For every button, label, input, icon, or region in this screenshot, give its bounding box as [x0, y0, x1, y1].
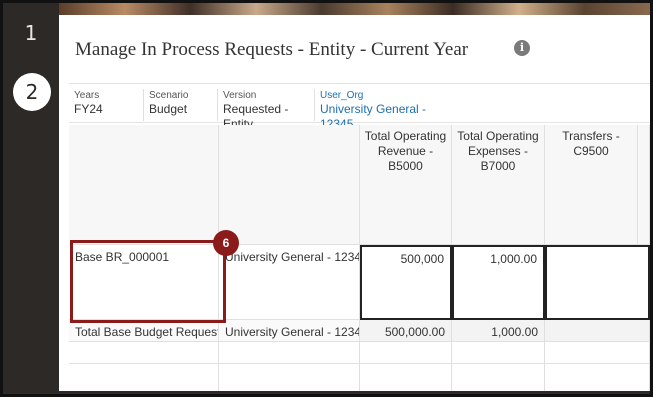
empty-cell — [69, 342, 219, 364]
empty-cell — [360, 342, 452, 364]
column-header-revenue[interactable]: Total Operating Revenue - B5000 — [360, 125, 452, 245]
pov-version-label: Version — [223, 90, 257, 101]
empty-cell — [69, 364, 219, 391]
pov-scenario-label: Scenario — [149, 90, 189, 101]
pov-version[interactable]: Version Requested - Entity — [217, 89, 315, 131]
total-transfers-cell — [545, 320, 650, 342]
column-header-transfers[interactable]: Transfers - C9500 — [545, 125, 638, 245]
pov-scenario-value: Budget — [149, 102, 188, 116]
empty-cell — [545, 364, 650, 391]
main-panel: Manage In Process Requests - Entity - Cu… — [59, 15, 650, 391]
total-expenses-cell: 1,000.00 — [452, 320, 545, 342]
pov-years[interactable]: Years FY24 — [69, 89, 142, 121]
revenue-cell[interactable]: 500,000 — [360, 245, 452, 320]
total-row-org: University General - 12345 — [219, 320, 360, 342]
pov-bar: Years FY24 Scenario Budget Version Reque… — [69, 83, 650, 131]
step-1[interactable]: 1 — [3, 21, 59, 45]
info-icon[interactable]: i — [514, 40, 530, 56]
pov-years-value: FY24 — [74, 102, 103, 116]
total-row-name: Total Base Budget Requests — [69, 320, 219, 342]
expenses-cell[interactable]: 1,000.00 — [452, 245, 545, 320]
column-header-overflow — [638, 125, 650, 245]
empty-cell — [219, 364, 360, 391]
page-title: Manage In Process Requests - Entity - Cu… — [75, 39, 469, 60]
grid-corner-2 — [219, 125, 360, 245]
grid-corner — [69, 125, 219, 245]
empty-cell — [360, 364, 452, 391]
empty-cell — [545, 342, 650, 364]
empty-cell — [452, 364, 545, 391]
transfers-cell[interactable] — [545, 245, 650, 320]
pov-scenario[interactable]: Scenario Budget — [143, 89, 217, 121]
total-revenue-cell: 500,000.00 — [360, 320, 452, 342]
empty-cell — [219, 342, 360, 364]
callout-number-badge: 6 — [213, 230, 239, 256]
step-2-active[interactable]: 2 — [13, 73, 51, 111]
empty-cell — [452, 342, 545, 364]
row-org[interactable]: University General - 12345 — [219, 245, 360, 320]
header-banner-image — [59, 3, 650, 15]
pov-years-label: Years — [74, 90, 100, 101]
callout-highlight-box — [70, 240, 226, 323]
pov-user-org[interactable]: User_Org University General - 12345 — [314, 89, 460, 131]
step-rail: 1 2 — [3, 3, 59, 391]
column-header-expenses[interactable]: Total Operating Expenses - B7000 — [452, 125, 545, 245]
pov-user-org-label: User_Org — [320, 90, 364, 101]
